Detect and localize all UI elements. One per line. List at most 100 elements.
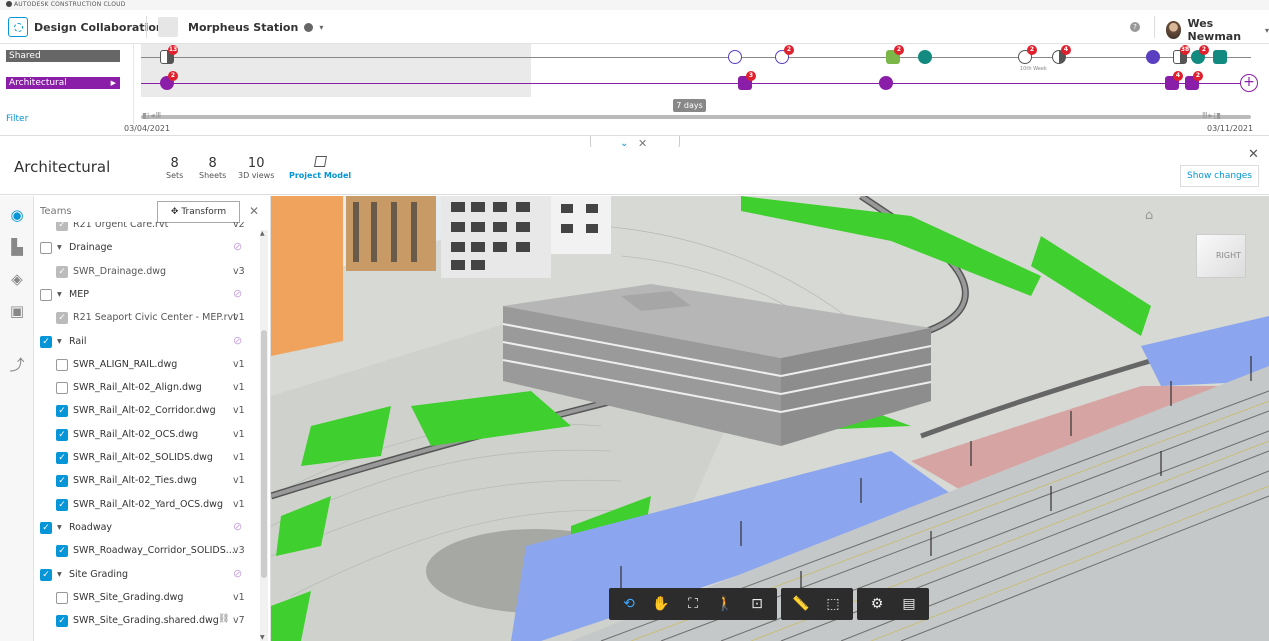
transform-button[interactable]: ✥ Transform [157,201,240,223]
expand-caret-icon[interactable]: ▾ [57,522,62,533]
checkbox[interactable] [56,382,68,395]
checkbox[interactable]: ✓ [40,521,52,534]
help-icon[interactable]: ? [1130,22,1140,32]
file-row[interactable]: ✓ SWR_Rail_Alt-02_Corridor.dwg v1 [34,400,260,423]
file-row[interactable]: ✓ SWR_Rail_Alt-02_SOLIDS.dwg v1 [34,447,260,470]
file-row[interactable]: ✓ SWR_Drainage.dwg v3 [34,261,260,284]
project-switcher[interactable]: Morpheus Station ▾ [158,17,323,37]
checkbox[interactable] [56,591,68,604]
checkbox[interactable]: ✓ [56,475,68,488]
sheets-icon[interactable]: ▙ [8,238,26,256]
timeline-architectural-text: Architectural [9,78,67,88]
checkbox[interactable] [40,242,52,255]
checkbox[interactable]: ✓ [56,498,68,511]
sets-count[interactable]: 8 Sets [166,156,183,180]
checkbox[interactable] [56,358,68,371]
expand-caret-icon[interactable]: ▾ [57,289,62,300]
checkbox[interactable]: ✓ [56,452,68,464]
orbit-icon[interactable]: ⟲ [613,588,645,620]
team-group-row[interactable]: ✓ ▾ Rail ⊘ [34,331,260,354]
shared-package-marker[interactable] [918,50,932,64]
chevron-down-icon: ▾ [1264,25,1269,35]
properties-icon[interactable]: ▣ [8,302,26,320]
visibility-toggle-icon[interactable]: ⊘ [233,567,245,581]
fit-view-icon[interactable]: ⛶ [677,588,709,620]
timeline-back-controls[interactable]: ◧◂Ⅲ [142,111,162,120]
panel-scrollbar[interactable]: ▲ ▼ [260,230,268,641]
close-icon[interactable]: ✕ [249,204,259,218]
checkbox[interactable]: ✓ [56,222,68,231]
checkbox[interactable]: ✓ [56,615,68,628]
show-changes-button[interactable]: Show changes [1180,165,1259,187]
user-menu[interactable]: Wes Newman ▾ [1166,17,1269,43]
file-row[interactable]: SWR_ALIGN_RAIL.dwg v1 [34,354,260,377]
scroll-up-icon[interactable]: ▲ [260,230,265,237]
team-group-row[interactable]: ✓ ▾ Site Grading ⊘ [34,564,260,587]
checkbox[interactable]: ✓ [56,265,68,278]
architectural-package-marker[interactable] [879,76,893,90]
add-package-button[interactable]: + [1240,74,1258,92]
scroll-down-icon[interactable]: ▼ [260,634,265,641]
notification-badge: 4 [1173,71,1183,81]
expand-caret-icon[interactable]: ▾ [57,336,62,347]
visibility-toggle-icon[interactable]: ⊘ [233,520,245,534]
file-name: R21 Urgent Care.rvt [73,222,169,230]
file-version: v1 [233,498,245,510]
view-cube[interactable]: RIGHT [1196,234,1246,278]
timeline-filter-link[interactable]: Filter [6,114,28,124]
file-row[interactable]: ✓ SWR_Rail_Alt-02_Ties.dwg v1 [34,470,260,493]
checkbox[interactable]: ✓ [56,405,68,418]
team-group-row[interactable]: ▾ MEP ⊘ [34,284,260,307]
scrollbar-thumb[interactable] [261,330,267,578]
timeline-architectural-label[interactable]: Architectural ▶ [6,77,120,89]
close-icon[interactable]: ✕ [1248,147,1259,162]
timeline-scrubber[interactable] [141,115,1251,119]
timeline-forward-controls[interactable]: Ⅲ▸◨ [1202,111,1222,120]
notification-badge: 2 [784,45,794,55]
checkbox[interactable]: ✓ [56,428,68,441]
file-row[interactable]: ✓ SWR_Rail_Alt-02_Yard_OCS.dwg v1 [34,494,260,517]
first-person-icon[interactable]: 🚶 [709,588,741,620]
file-row[interactable]: SWR_Rail_Alt-02_Align.dwg v1 [34,377,260,400]
settings-icon[interactable]: ⚙ [861,588,893,620]
checkbox[interactable] [40,288,52,301]
file-row[interactable]: ✓ R21 Urgent Care.rvt v2 [34,222,260,237]
home-icon[interactable]: ⌂ [1145,208,1153,223]
file-row[interactable]: ✓ SWR_Site_Grading.shared.dwg ⛓ v7 [34,610,260,633]
section-box-icon[interactable]: ⊡ [741,588,773,620]
shared-package-marker[interactable] [728,50,742,64]
properties-panel-icon[interactable]: ▤ [893,588,925,620]
compare-icon[interactable]: ⤴ [8,354,26,374]
team-group-row[interactable]: ▾ Drainage ⊘ [34,237,260,260]
model-scene[interactable] [271,196,1269,641]
explode-model-icon[interactable]: ⬚ [817,588,849,620]
visibility-toggle-icon[interactable]: ⊘ [233,287,245,301]
file-row[interactable]: ✓ SWR_Rail_Alt-02_OCS.dwg v1 [34,424,260,447]
timeline-shared-label[interactable]: Shared [6,50,120,62]
layers-icon[interactable]: ◈ [8,270,26,288]
visibility-toggle-icon[interactable]: ⊘ [233,240,245,254]
views-count[interactable]: 10 3D views [238,156,274,180]
team-group-row[interactable]: ✓ ▾ Roadway ⊘ [34,517,260,540]
notification-badge: 2 [1199,45,1209,55]
shared-package-marker[interactable] [1213,50,1227,64]
model-viewer[interactable]: ⌂ RIGHT ⟲ ✋ ⛶ 🚶 ⊡ 📏 ⬚ ⚙ ▤ [271,196,1269,641]
app-switcher[interactable]: Design Collaboration ▾ [8,17,174,37]
checkbox[interactable]: ✓ [56,545,68,558]
expand-caret-icon[interactable]: ▾ [57,242,62,253]
visibility-toggle-icon[interactable]: ⊘ [233,334,245,348]
shared-package-marker[interactable] [1146,50,1160,64]
checkbox[interactable]: ✓ [40,568,52,581]
pan-icon[interactable]: ✋ [645,588,677,620]
notification-badge: 2 [168,71,178,81]
file-row[interactable]: ✓ R21 Seaport Civic Center - MEP.rvt v1 [34,307,260,330]
file-row[interactable]: ✓ SWR_Roadway_Corridor_SOLIDS.... v3 [34,540,260,563]
file-row[interactable]: SWR_Site_Grading.dwg v1 [34,587,260,610]
sheets-count[interactable]: 8 Sheets [199,156,226,180]
eye-icon[interactable]: ◉ [8,206,26,224]
checkbox[interactable]: ✓ [56,312,68,325]
checkbox[interactable]: ✓ [40,335,52,348]
project-model-tab[interactable]: Project Model [289,156,351,180]
measure-icon[interactable]: 📏 [785,588,817,620]
expand-caret-icon[interactable]: ▾ [57,569,62,580]
